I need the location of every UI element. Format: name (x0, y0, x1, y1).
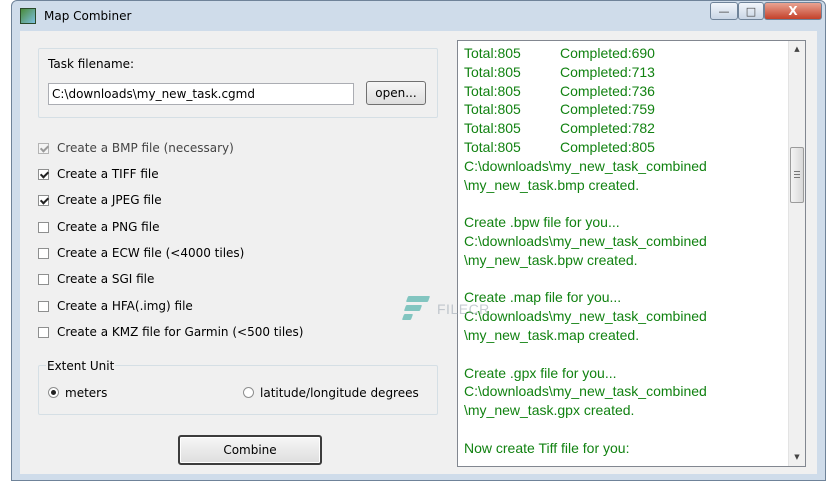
log-total: Total:805 (464, 82, 521, 99)
task-filename-input[interactable]: C:\downloads\my_new_task.cgmd (48, 83, 354, 105)
option-row[interactable]: Create a JPEG file (38, 191, 162, 209)
watermark-text: FILECR (437, 301, 490, 317)
log-completed: Completed:782 (560, 120, 655, 137)
log-total: Total:805 (464, 120, 521, 137)
option-label: Create a HFA(.img) file (57, 299, 193, 313)
meters-label[interactable]: meters (65, 386, 107, 400)
log-completed: Completed:759 (560, 101, 655, 118)
minimize-button[interactable]: — (710, 2, 738, 20)
log-line: Total:805 Completed:759 (464, 100, 786, 119)
log-line: \my_new_task.bpw created. (464, 251, 638, 268)
log-line: Total:805 Completed:713 (464, 63, 786, 82)
map-combiner-window: Map Combiner — □ X Task filename: C:\dow… (11, 0, 826, 481)
grip-line (794, 174, 800, 175)
app-icon (20, 8, 36, 24)
option-checkbox (38, 142, 49, 154)
scroll-down-arrow-icon[interactable]: ▼ (789, 449, 805, 466)
option-label: Create a JPEG file (57, 193, 162, 207)
watermark-logo-icon (401, 294, 431, 324)
extent-unit-label: Extent Unit (46, 359, 116, 373)
log-line: Now create Tiff file for you: (464, 439, 630, 456)
scroll-thumb[interactable] (790, 147, 804, 203)
log-line: C:\downloads\my_new_task_combined (464, 232, 707, 249)
window-title: Map Combiner (44, 9, 132, 23)
title-bar[interactable]: Map Combiner — □ X (12, 1, 825, 31)
log-total: Total:805 (464, 45, 521, 61)
log-completed: Completed:805 (560, 138, 655, 155)
latlon-radio[interactable] (243, 387, 254, 398)
combine-button[interactable]: Combine (178, 435, 322, 465)
log-line: Create .gpx file for you... (464, 364, 617, 381)
option-row[interactable]: Create a PNG file (38, 218, 159, 236)
option-row[interactable]: Create a KMZ file for Garmin (<500 tiles… (38, 323, 303, 341)
log-output[interactable]: Total:805 Completed:690 Total:805 Completed… (457, 40, 806, 467)
close-button[interactable]: X (764, 2, 822, 20)
meters-radio[interactable] (48, 387, 59, 398)
log-scrollbar[interactable]: ▲ ▼ (788, 41, 805, 466)
log-line: \my_new_task.gpx created. (464, 402, 635, 419)
log-line: Total:805 Completed:782 (464, 119, 786, 138)
log-lines: Total:805 Completed:690 Total:805 Completed… (464, 44, 786, 458)
option-label: Create a TIFF file (57, 167, 159, 181)
log-line: Total:805 Completed:736 (464, 82, 786, 101)
option-label: Create a SGI file (57, 272, 155, 286)
watermark: FILECR (401, 294, 490, 324)
log-line: Total:805 Completed:805 (464, 138, 786, 157)
log-line: C:\downloads\my_new_task_combined (464, 383, 707, 400)
log-line: Create .map file for you... (464, 289, 622, 306)
log-line: C:\downloads\my_new_task_combined (464, 157, 707, 174)
open-button[interactable]: open... (366, 81, 426, 105)
grip-line (794, 171, 800, 172)
option-checkbox[interactable] (38, 300, 49, 312)
maximize-button[interactable]: □ (738, 2, 764, 20)
log-line: \my_new_task.map created. (464, 326, 640, 343)
option-row[interactable]: Create a HFA(.img) file (38, 297, 193, 315)
option-row[interactable]: Create a ECW file (<4000 tiles) (38, 244, 244, 262)
option-label: Create a BMP file (necessary) (57, 141, 234, 155)
latlon-label[interactable]: latitude/longitude degrees (260, 386, 419, 400)
option-checkbox[interactable] (38, 247, 49, 259)
log-line: Total:805 Completed:690 (464, 44, 786, 63)
log-line: C:\downloads\my_new_task_combined (464, 308, 707, 325)
option-row[interactable]: Create a TIFF file (38, 165, 159, 183)
task-filename-label: Task filename: (48, 57, 135, 71)
log-total: Total:805 (464, 63, 521, 80)
option-row[interactable]: Create a SGI file (38, 270, 154, 288)
log-completed: Completed:690 (560, 45, 655, 61)
option-checkbox[interactable] (38, 168, 49, 180)
client-area: Task filename: C:\downloads\my_new_task.… (20, 31, 817, 474)
log-total: Total:805 (464, 101, 521, 118)
option-label: Create a KMZ file for Garmin (<500 tiles… (57, 325, 304, 339)
option-checkbox[interactable] (38, 273, 49, 285)
option-checkbox[interactable] (38, 221, 49, 233)
log-completed: Completed:713 (560, 63, 655, 80)
scroll-up-arrow-icon[interactable]: ▲ (789, 41, 805, 58)
grip-line (794, 177, 800, 178)
log-line: \my_new_task.bmp created. (464, 176, 640, 193)
option-label: Create a PNG file (57, 220, 160, 234)
option-checkbox[interactable] (38, 194, 49, 206)
log-total: Total:805 (464, 138, 521, 155)
log-completed: Completed:736 (560, 82, 655, 99)
option-label: Create a ECW file (<4000 tiles) (57, 246, 245, 260)
option-checkbox[interactable] (38, 326, 49, 338)
option-row: Create a BMP file (necessary) (38, 139, 234, 157)
log-line: Create .bpw file for you... (464, 214, 620, 231)
